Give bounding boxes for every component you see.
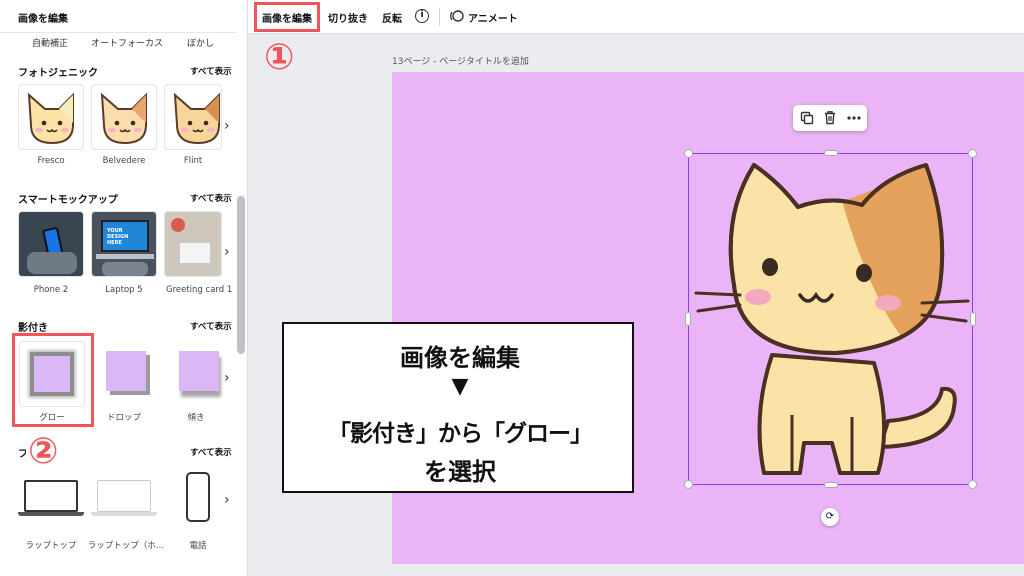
laptop-frame-icon <box>24 480 78 512</box>
resize-handle-s[interactable] <box>824 482 838 488</box>
shadow-label: ドロップ <box>106 413 141 423</box>
element-floating-toolbar <box>793 105 867 131</box>
chevron-right-icon[interactable]: › <box>224 244 230 260</box>
resize-handle-e[interactable] <box>970 312 976 326</box>
mockup-thumb-card[interactable] <box>164 211 222 277</box>
edit-image-panel: 画像を編集 自動補正 オートフォーカス ぼかし フォトジェニック すべて表示 ›… <box>0 0 248 576</box>
callout-line-3: を選択 <box>424 458 496 486</box>
mockup-label: Phone 2 <box>33 285 69 295</box>
hands-shape <box>27 252 77 274</box>
filter-label: Belvedere <box>102 156 146 166</box>
mockup-label: Greeting card 1 <box>166 285 233 295</box>
resize-handle-nw[interactable] <box>684 149 693 158</box>
resize-handle-se[interactable] <box>968 480 977 489</box>
mockup-label: Laptop 5 <box>105 285 143 295</box>
crop-button[interactable]: 切り抜き <box>328 10 368 25</box>
laptop-frame-light-icon <box>97 480 151 512</box>
frame-label: 電話 <box>189 541 207 551</box>
laptop-frame-base <box>91 512 157 516</box>
panel-scrollbar[interactable] <box>237 196 245 354</box>
mockup-thumb-laptop[interactable]: YOUR DESIGN HERE <box>91 211 157 277</box>
drop-preview <box>106 351 146 391</box>
selection-box <box>688 153 973 485</box>
adjust-tabs: 自動補正 オートフォーカス ぼかし <box>0 36 236 50</box>
shadow-drop-option[interactable] <box>92 341 158 407</box>
callout-arrow-icon: ▼ <box>451 374 469 399</box>
filter-thumb-flint[interactable] <box>164 84 222 150</box>
tilt-preview <box>179 351 219 391</box>
see-all-frame[interactable]: すべて表示 <box>190 446 232 458</box>
adjust-tab-autofocus[interactable]: オートフォーカス <box>91 36 163 49</box>
laptop-base <box>96 254 154 259</box>
animate-button[interactable]: アニメート <box>468 10 518 25</box>
top-toolbar: 画像を編集 切り抜き 反転 i アニメート <box>248 0 1024 34</box>
cat-thumbnail-icon <box>100 92 147 145</box>
filter-thumb-belvedere[interactable] <box>91 84 157 150</box>
cat-thumbnail-icon <box>27 92 74 145</box>
frame-laptop-option[interactable] <box>18 478 84 522</box>
see-all-photogenic[interactable]: すべて表示 <box>190 65 232 77</box>
see-all-shadow[interactable]: すべて表示 <box>190 320 232 332</box>
step-number-1: ① <box>264 37 295 78</box>
frame-laptop-home-option[interactable] <box>91 478 157 522</box>
adjust-tab-auto[interactable]: 自動補正 <box>32 36 68 49</box>
page-label[interactable]: 13ページ - ページタイトルを追加 <box>392 54 529 67</box>
flip-button[interactable]: 反転 <box>382 10 402 25</box>
laptop-frame-base <box>18 512 84 516</box>
frame-label: ラップトップ <box>25 541 77 551</box>
adjust-tab-blur[interactable]: ぼかし <box>187 36 214 49</box>
instruction-callout: 画像を編集 ▼ 「影付き」から「グロー」 を選択 <box>282 322 634 493</box>
trash-icon[interactable] <box>823 110 837 125</box>
see-all-mockup[interactable]: すべて表示 <box>190 192 232 204</box>
frame-label: ラップトップ（ホ… <box>87 541 165 551</box>
resize-handle-w[interactable] <box>685 312 691 326</box>
highlight-edit-image <box>254 2 320 32</box>
cat-thumbnail-icon <box>173 92 220 145</box>
section-title-shadow: 影付き <box>18 323 48 334</box>
info-icon[interactable]: i <box>415 9 429 23</box>
filter-label: Flint <box>183 156 203 166</box>
section-title-mockup: スマートモックアップ <box>18 195 118 206</box>
callout-line-1: 画像を編集 <box>400 344 520 372</box>
flower-shape <box>171 218 185 232</box>
callout-line-2: 「影付き」から「グロー」 <box>328 421 593 447</box>
filter-thumb-fresco[interactable] <box>18 84 84 150</box>
toolbar-separator <box>439 8 440 26</box>
animate-icon <box>450 10 464 22</box>
duplicate-icon[interactable] <box>800 111 814 125</box>
panel-title: 画像を編集 <box>18 14 68 25</box>
filter-label: Fresco <box>37 156 65 166</box>
card-shape <box>179 242 211 264</box>
resize-handle-sw[interactable] <box>684 480 693 489</box>
panel-divider <box>0 32 236 33</box>
laptop-screen: YOUR DESIGN HERE <box>101 220 149 252</box>
step-number-2: ② <box>26 431 61 472</box>
chevron-right-icon[interactable]: › <box>224 118 230 134</box>
section-title-photogenic: フォトジェニック <box>18 68 98 79</box>
frame-phone-option[interactable] <box>186 472 210 522</box>
resize-handle-n[interactable] <box>824 150 838 156</box>
mockup-thumb-phone[interactable] <box>18 211 84 277</box>
more-options-icon[interactable] <box>847 116 861 120</box>
highlight-glow-option <box>12 333 94 427</box>
chevron-right-icon[interactable]: › <box>224 370 230 386</box>
rotate-icon[interactable]: ⟳ <box>821 508 839 526</box>
hands-shape <box>102 262 148 276</box>
shadow-tilt-option[interactable] <box>165 341 225 407</box>
resize-handle-ne[interactable] <box>968 149 977 158</box>
shadow-label: 傾き <box>187 413 205 423</box>
chevron-right-icon[interactable]: › <box>224 492 230 508</box>
